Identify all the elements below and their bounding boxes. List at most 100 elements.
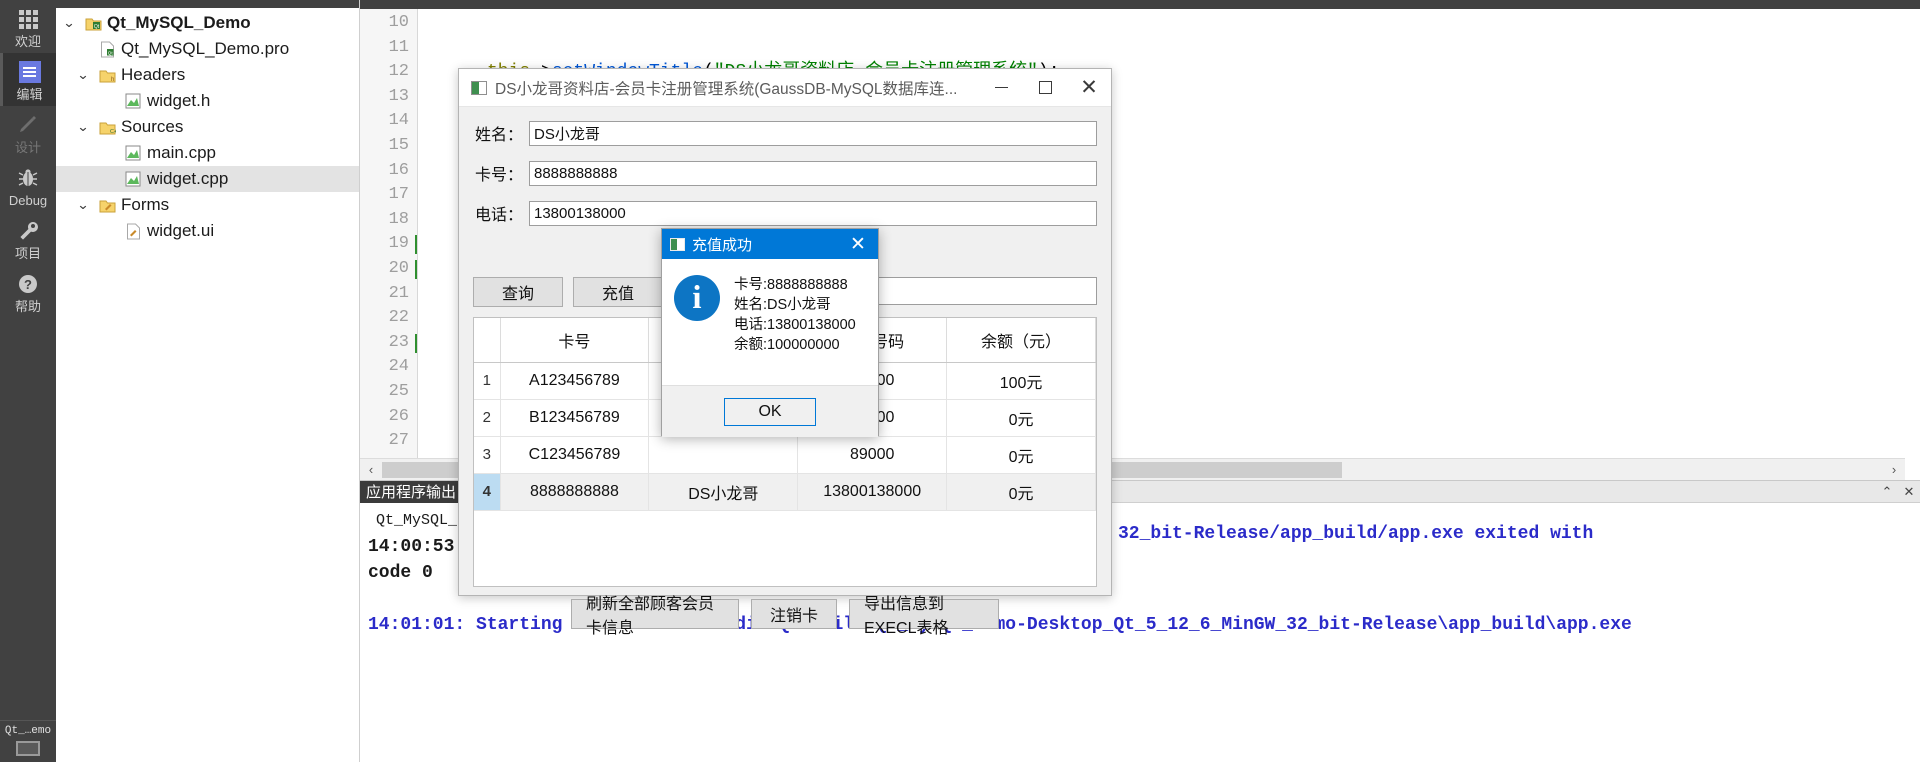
cell-phone[interactable]: 89000 — [797, 436, 948, 474]
cell-balance[interactable]: 0元 — [946, 473, 1096, 511]
table-row-selected[interactable]: 4 8888888888 DS小龙哥 13800138000 0元 — [474, 473, 1096, 511]
message-box[interactable]: 充值成功 ✕ i 卡号:8888888888 姓名:DS小龙哥 电话:13800… — [661, 228, 879, 437]
cell-balance[interactable]: 0元 — [946, 436, 1096, 474]
chevron-up-icon[interactable]: ⌃ — [1876, 481, 1898, 503]
table-row[interactable]: 3 C123456789 89000 0元 — [474, 436, 1096, 474]
column-header-card[interactable]: 卡号 — [500, 318, 650, 363]
tree-row[interactable]: widget.h — [56, 88, 359, 114]
kit-run-box[interactable] — [16, 741, 40, 756]
mode-item-label: 项目 — [14, 246, 41, 261]
chevron-down-icon[interactable]: ⌄ — [68, 197, 98, 213]
project-tree-pane: ⌄ Qt Qt_MySQL_Demo Qt Qt_MySQL_Demo.pro … — [56, 0, 360, 762]
source-file-icon — [122, 145, 144, 161]
output-timestamp-2: 14:01:01: — [368, 615, 466, 635]
tree-item-label: widget.ui — [147, 221, 215, 240]
mode-item-label: 设计 — [14, 140, 41, 155]
card-input[interactable]: 8888888888 — [529, 160, 1097, 186]
chevron-down-icon[interactable]: ⌄ — [56, 15, 84, 31]
cell-card[interactable]: A123456789 — [500, 362, 650, 400]
phone-label: 电话： — [474, 207, 523, 224]
tree-item-label: Qt_MySQL_Demo.pro — [121, 39, 290, 58]
chevron-down-icon[interactable]: ⌄ — [68, 119, 98, 135]
tree-row[interactable]: main.cpp — [56, 140, 359, 166]
tree-item-label: Sources — [121, 117, 184, 136]
mode-item-help[interactable]: ? 帮助 — [0, 265, 56, 318]
cell-card[interactable]: C123456789 — [500, 436, 650, 474]
tree-row-selected[interactable]: widget.cpp — [56, 166, 359, 192]
qt-project-icon: Qt — [82, 16, 104, 31]
cell-card[interactable]: B123456789 — [500, 399, 650, 437]
refresh-all-button[interactable]: 刷新全部顾客会员卡信息 — [571, 596, 739, 637]
cell-phone[interactable]: 13800138000 — [797, 473, 948, 511]
mode-item-label: 欢迎 — [14, 34, 41, 49]
scroll-left-icon[interactable]: ‹ — [360, 459, 382, 481]
cancel-card-button[interactable]: 注销卡 — [751, 599, 837, 629]
tab-application-output[interactable]: 应用程序输出 — [360, 480, 463, 503]
app-window-titlebar[interactable]: DS小龙哥资料店-会员卡注册管理系统(GaussDB-MySQL数据库连... … — [459, 69, 1111, 107]
line-number: 15 — [388, 135, 409, 155]
mode-item-debug[interactable]: Debug — [0, 159, 56, 212]
pro-file-icon: Qt — [96, 41, 118, 58]
message-box-footer: OK — [662, 385, 878, 437]
maximize-button[interactable] — [1023, 69, 1067, 106]
tree-row[interactable]: Qt Qt_MySQL_Demo.pro — [56, 36, 359, 62]
mode-item-projects[interactable]: 项目 — [0, 212, 56, 265]
app-icon — [471, 80, 487, 95]
app-window-title: DS小龙哥资料店-会员卡注册管理系统(GaussDB-MySQL数据库连... — [495, 80, 958, 98]
line-number: 24 — [388, 357, 409, 377]
chevron-down-icon[interactable]: ⌄ — [68, 67, 98, 83]
svg-text:h: h — [111, 77, 114, 83]
edit-icon — [18, 59, 41, 85]
query-button[interactable]: 查询 — [473, 277, 563, 307]
tree-item-label: Forms — [121, 195, 170, 214]
output-exit-code: code 0 — [368, 563, 433, 583]
line-number: 11 — [388, 37, 409, 57]
export-excel-button[interactable]: 导出信息到EXECL表格 — [849, 596, 999, 637]
line-number: 17 — [388, 185, 409, 205]
line-number: 25 — [388, 381, 409, 401]
close-icon[interactable]: ✕ — [1898, 481, 1920, 503]
mode-item-edit[interactable]: 编辑 — [0, 53, 56, 106]
row-number: 3 — [474, 436, 501, 474]
tree-row[interactable]: ⌄ Qt Qt_MySQL_Demo — [56, 10, 359, 36]
name-input[interactable]: DS小龙哥 — [529, 120, 1097, 146]
tree-item-label: widget.cpp — [147, 169, 229, 188]
tree-row[interactable]: ⌄ h Headers — [56, 62, 359, 88]
close-icon[interactable]: ✕ — [838, 229, 878, 259]
column-header-balance[interactable]: 余额（元） — [946, 318, 1096, 363]
tree-row[interactable]: ⌄ C+ Sources — [56, 114, 359, 140]
cell-balance[interactable]: 100元 — [946, 362, 1096, 400]
cell-name[interactable] — [648, 436, 799, 474]
wrench-icon — [17, 218, 39, 244]
message-box-text: 卡号:8888888888 姓名:DS小龙哥 电话:13800138000 余额… — [720, 275, 856, 379]
phone-input[interactable]: 13800138000 — [529, 200, 1097, 226]
cell-card[interactable]: 8888888888 — [500, 473, 650, 511]
message-box-titlebar[interactable]: 充值成功 ✕ — [662, 229, 878, 259]
mode-item-welcome[interactable]: 欢迎 — [0, 0, 56, 53]
close-button[interactable]: ✕ — [1067, 69, 1111, 106]
source-file-icon — [122, 171, 144, 187]
tree-row[interactable]: widget.ui — [56, 218, 359, 244]
line-number: 18 — [388, 209, 409, 229]
line-number: 27 — [388, 431, 409, 451]
message-line-card: 卡号:8888888888 — [734, 277, 848, 293]
cell-name[interactable]: DS小龙哥 — [648, 473, 799, 511]
information-icon: i — [674, 275, 720, 321]
message-box-content: i 卡号:8888888888 姓名:DS小龙哥 电话:13800138000 … — [662, 259, 878, 385]
tree-row[interactable]: ⌄ Forms — [56, 192, 359, 218]
ok-button[interactable]: OK — [724, 397, 816, 426]
mode-item-design[interactable]: 设计 — [0, 106, 56, 159]
cell-balance[interactable]: 0元 — [946, 399, 1096, 437]
mode-item-label: Debug — [8, 193, 48, 208]
scroll-right-icon[interactable]: › — [1883, 459, 1905, 481]
ui-file-icon — [122, 223, 144, 240]
recharge-button[interactable]: 充值 — [573, 277, 663, 307]
table-corner-cell — [474, 318, 501, 363]
kit-selector[interactable]: Qt_…emo — [0, 720, 56, 762]
svg-text:Qt: Qt — [93, 24, 99, 30]
message-line-name: 姓名:DS小龙哥 — [734, 297, 831, 313]
message-line-balance: 余额:100000000 — [734, 337, 840, 353]
app-icon — [670, 237, 685, 251]
minimize-button[interactable] — [979, 69, 1023, 106]
kit-label: Qt_…emo — [4, 725, 52, 737]
